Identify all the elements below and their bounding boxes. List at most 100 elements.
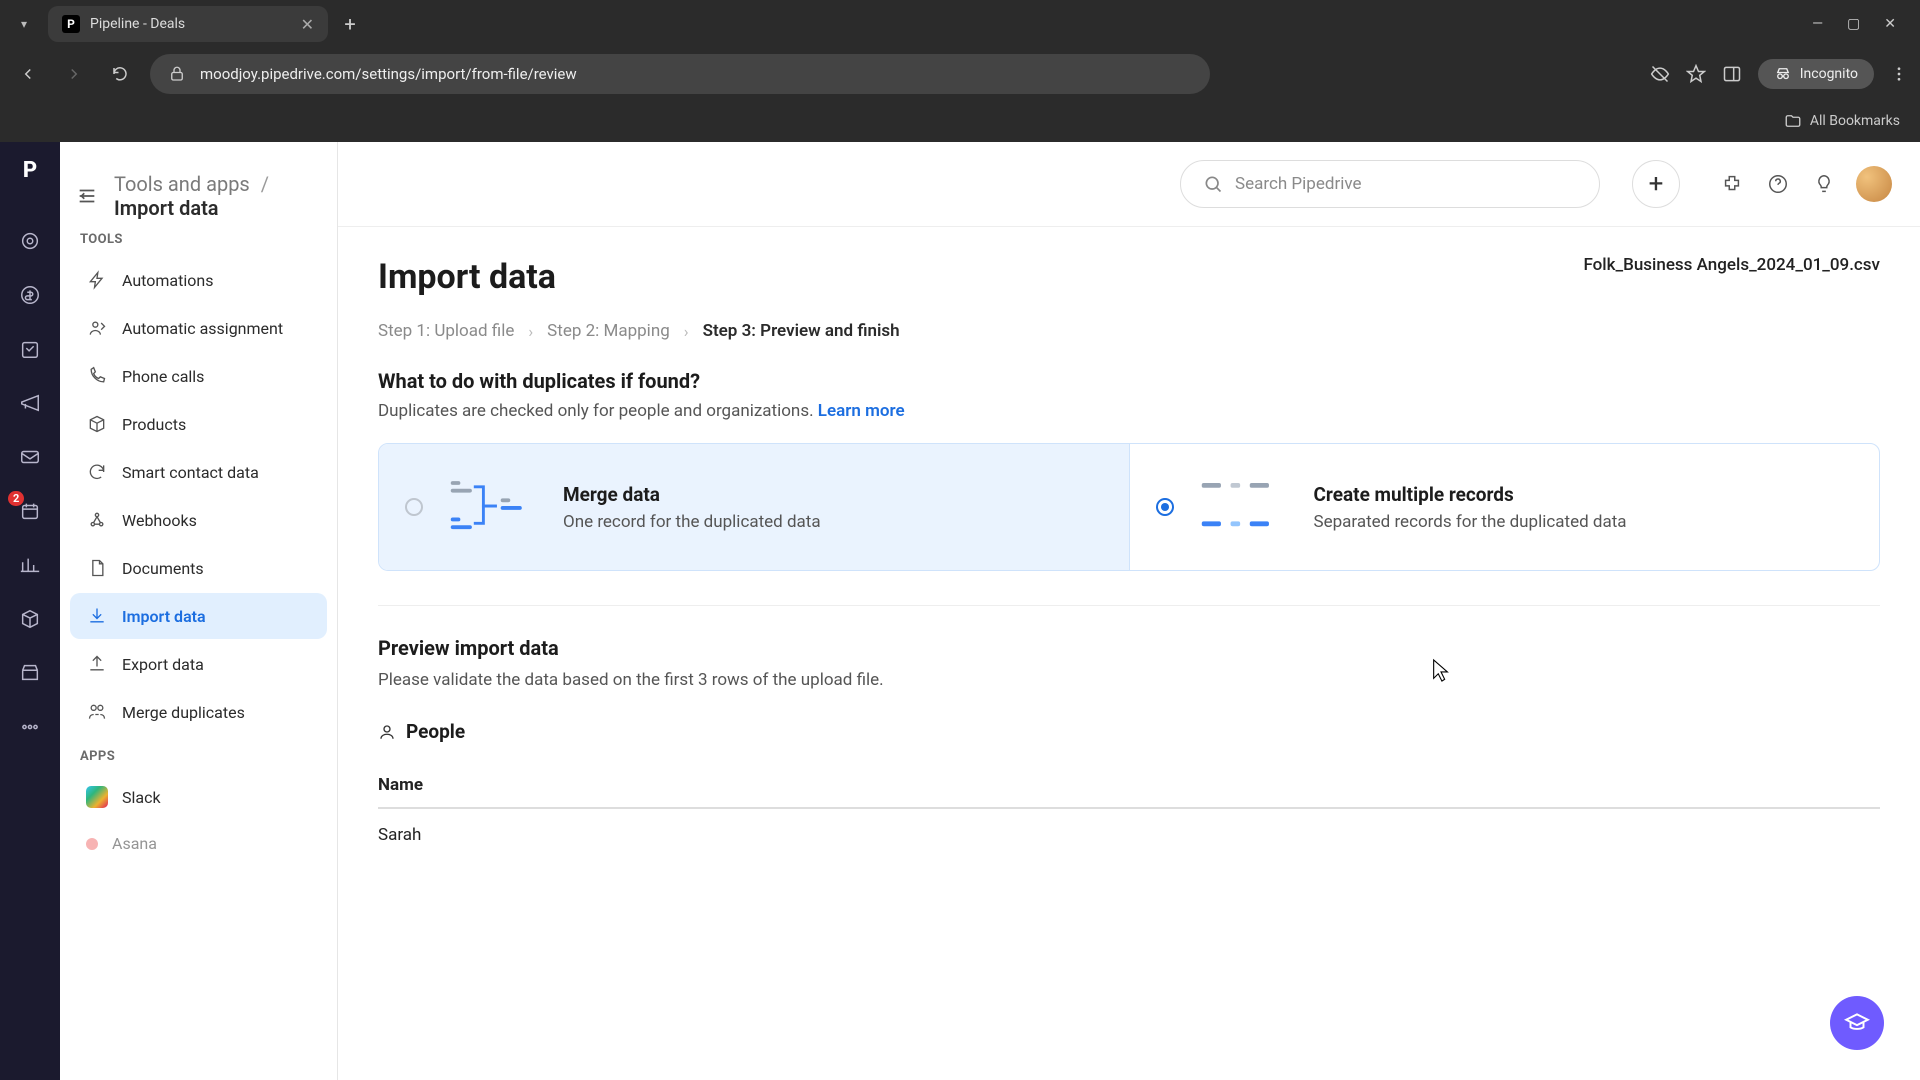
sidebar-item-asana[interactable]: Asana (70, 822, 327, 865)
sidebar-item-import-data[interactable]: Import data (70, 593, 327, 639)
new-tab-button[interactable]: + (336, 10, 364, 38)
browser-menu-icon[interactable] (1890, 65, 1908, 83)
site-settings-icon[interactable] (168, 65, 186, 83)
preview-title: Preview import data (378, 636, 1880, 660)
search-icon (1203, 174, 1223, 194)
browser-addressbar: moodjoy.pipedrive.com/settings/import/fr… (0, 48, 1920, 100)
tips-icon[interactable] (1810, 170, 1838, 198)
browser-tab[interactable]: P Pipeline - Deals ✕ (48, 6, 328, 42)
phone-icon (86, 365, 108, 387)
choice-create-multiple[interactable]: Create multiple records Separated record… (1130, 444, 1880, 570)
breadcrumb: Tools and apps / Import data (114, 172, 321, 220)
close-tab-icon[interactable]: ✕ (301, 15, 314, 34)
incognito-indicator[interactable]: Incognito (1758, 59, 1874, 89)
merge-icon (86, 701, 108, 723)
choice-multiple-sub: Separated records for the duplicated dat… (1314, 512, 1627, 532)
bookmark-star-icon[interactable] (1686, 64, 1706, 84)
assignment-icon (86, 317, 108, 339)
preview-subtext: Please validate the data based on the fi… (378, 670, 1880, 690)
address-field[interactable]: moodjoy.pipedrive.com/settings/import/fr… (150, 54, 1210, 94)
wizard-steps: Step 1: Upload file › Step 2: Mapping › … (378, 321, 1880, 341)
rail-more-icon[interactable] (16, 713, 44, 741)
chevron-right-icon: › (528, 322, 533, 341)
tracking-icon[interactable] (1650, 64, 1670, 84)
forward-button[interactable] (58, 58, 90, 90)
section-divider (378, 605, 1880, 606)
duplicate-choice-group: Merge data One record for the duplicated… (378, 443, 1880, 571)
table-column-name: Name (378, 761, 1880, 809)
app-root: P 2 Tools and apps / Import data TOOLS A… (0, 142, 1920, 1080)
sidebar-section-apps: APPS (60, 737, 337, 772)
rail-leads-icon[interactable] (16, 227, 44, 255)
rail-activities-icon[interactable]: 2 (16, 497, 44, 525)
sidebar-item-documents[interactable]: Documents (70, 545, 327, 591)
url-text: moodjoy.pipedrive.com/settings/import/fr… (200, 65, 577, 83)
sidebar-item-automatic-assignment[interactable]: Automatic assignment (70, 305, 327, 351)
rail-marketplace-icon[interactable] (16, 659, 44, 687)
learn-more-link[interactable]: Learn more (818, 401, 905, 421)
content-area: Folk_Business Angels_2024_01_09.csv Impo… (338, 226, 1920, 1080)
close-window-icon[interactable]: ✕ (1884, 16, 1896, 32)
collapse-sidebar-icon[interactable] (76, 182, 98, 210)
sidebar-section-tools: TOOLS (60, 220, 337, 255)
all-bookmarks-button[interactable]: All Bookmarks (1810, 113, 1900, 129)
choice-multiple-title: Create multiple records (1314, 483, 1627, 506)
tab-title: Pipeline - Deals (90, 16, 291, 32)
table-row: Sarah (378, 809, 1880, 861)
search-placeholder: Search Pipedrive (1235, 174, 1361, 194)
box-icon (86, 413, 108, 435)
choice-merge-data[interactable]: Merge data One record for the duplicated… (379, 444, 1130, 570)
nav-rail: P 2 (0, 142, 60, 1080)
automation-icon (86, 269, 108, 291)
rail-products-icon[interactable] (16, 605, 44, 633)
help-fab-button[interactable] (1830, 996, 1884, 1050)
rail-insights-icon[interactable] (16, 551, 44, 579)
bookmarks-bar: All Bookmarks (0, 100, 1920, 142)
people-section-header: People (378, 720, 1880, 743)
merge-illustration-icon (445, 472, 541, 542)
radio-selected-icon[interactable] (1156, 498, 1174, 516)
breadcrumb-current: Import data (114, 196, 219, 220)
sidebar-item-merge-duplicates[interactable]: Merge duplicates (70, 689, 327, 735)
asana-icon (86, 838, 98, 850)
radio-unselected-icon[interactable] (405, 498, 423, 516)
user-avatar[interactable] (1856, 166, 1892, 202)
sidebar-item-webhooks[interactable]: Webhooks (70, 497, 327, 543)
quick-add-button[interactable]: + (1632, 160, 1680, 208)
app-logo[interactable]: P (23, 158, 37, 183)
chevron-right-icon: › (684, 322, 689, 341)
main-panel: Search Pipedrive + Folk_Business Angels_… (338, 142, 1920, 1080)
sidebar-item-slack[interactable]: Slack (70, 774, 327, 820)
browser-tabbar: ▾ P Pipeline - Deals ✕ + — ▢ ✕ (0, 0, 1920, 48)
sidebar-item-phone-calls[interactable]: Phone calls (70, 353, 327, 399)
tab-list-dropdown[interactable]: ▾ (8, 8, 40, 40)
extensions-icon[interactable] (1718, 170, 1746, 198)
help-icon[interactable] (1764, 170, 1792, 198)
sidebar-item-automations[interactable]: Automations (70, 257, 327, 303)
step-1[interactable]: Step 1: Upload file (378, 321, 514, 341)
rail-projects-icon[interactable] (16, 335, 44, 363)
rail-campaigns-icon[interactable] (16, 389, 44, 417)
search-input[interactable]: Search Pipedrive (1180, 160, 1600, 208)
refresh-icon (86, 461, 108, 483)
breadcrumb-parent[interactable]: Tools and apps (114, 172, 250, 196)
minimize-icon[interactable]: — (1812, 16, 1823, 32)
maximize-icon[interactable]: ▢ (1847, 16, 1860, 32)
sidebar-item-products[interactable]: Products (70, 401, 327, 447)
document-icon (86, 557, 108, 579)
reload-button[interactable] (104, 58, 136, 90)
sidebar-item-smart-contact-data[interactable]: Smart contact data (70, 449, 327, 495)
webhook-icon (86, 509, 108, 531)
choice-merge-sub: One record for the duplicated data (563, 512, 821, 532)
folder-icon (1784, 112, 1802, 130)
incognito-label: Incognito (1800, 66, 1858, 82)
back-button[interactable] (12, 58, 44, 90)
rail-deals-icon[interactable] (16, 281, 44, 309)
side-panel-icon[interactable] (1722, 64, 1742, 84)
rail-mail-icon[interactable] (16, 443, 44, 471)
export-icon (86, 653, 108, 675)
window-controls: — ▢ ✕ (1812, 16, 1912, 32)
step-2[interactable]: Step 2: Mapping (547, 321, 670, 341)
sidebar-item-export-data[interactable]: Export data (70, 641, 327, 687)
step-3: Step 3: Preview and finish (703, 321, 900, 341)
